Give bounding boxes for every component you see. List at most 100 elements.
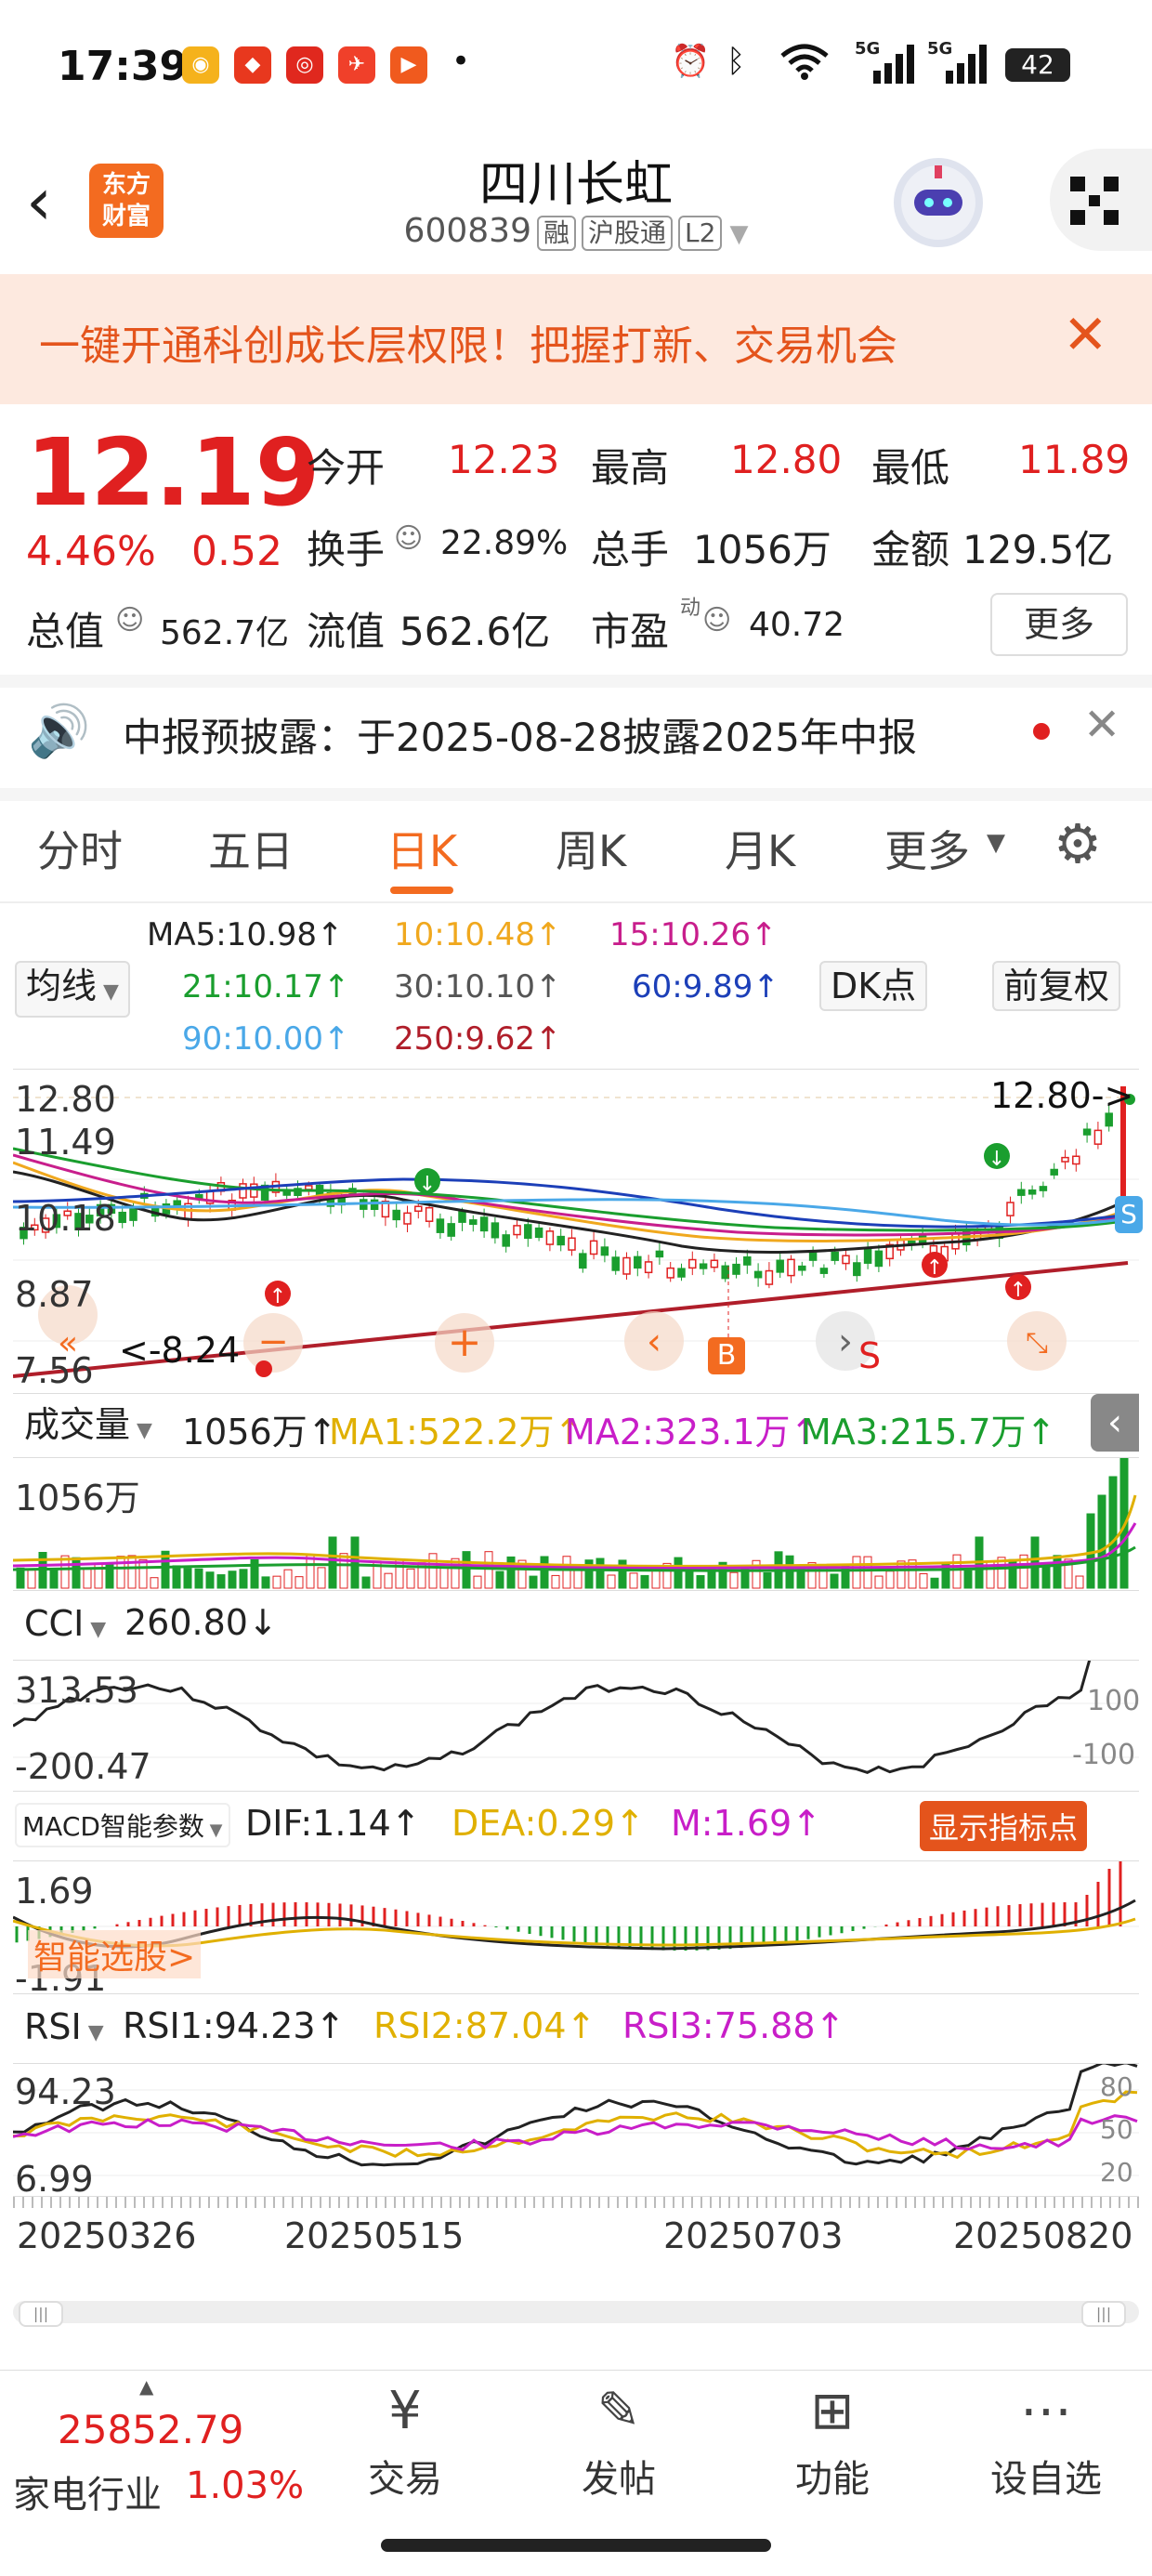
mktcap-value: 562.7亿: [160, 614, 290, 652]
rsi-right-50: 50: [1100, 2114, 1133, 2145]
mktcap-label: 总值: [26, 609, 105, 654]
kline-panel[interactable]: ↑ ↓ ↑ ↓ ↑ − + ‹ › « ⤡ 12.80 11.49 10.18 …: [13, 1069, 1143, 1394]
svg-text:⤡: ⤡: [1026, 1327, 1048, 1360]
margin-tag: 融: [536, 216, 576, 251]
tab-more[interactable]: 更多: [884, 818, 970, 879]
down-arrow-icon: ↓: [419, 1173, 436, 1196]
low-label: 最低: [871, 445, 950, 491]
smart-pick-link[interactable]: 智能选股>: [28, 1930, 202, 1978]
cci-selector[interactable]: CCI ▼: [13, 1598, 118, 1655]
close-icon[interactable]: ✕: [1063, 303, 1108, 366]
volume-selector[interactable]: 成交量 ▼: [13, 1400, 164, 1456]
cci-right-low: -100: [1072, 1739, 1136, 1771]
kline-y-label-4: 8.87: [15, 1274, 94, 1315]
home-indicator[interactable]: [381, 2539, 771, 2552]
svg-text:‹: ‹: [647, 1321, 661, 1363]
cci-value: 260.80↓: [124, 1602, 278, 1643]
turnover-value: 22.89%: [440, 524, 569, 562]
stock-code: 600839: [403, 212, 531, 250]
macd-panel[interactable]: 1.69 -1.91 智能选股>: [13, 1860, 1139, 1999]
tab-monthly-k[interactable]: 月K: [725, 818, 795, 879]
connect-tag: 沪股通: [582, 216, 674, 251]
rsi-panel[interactable]: 94.23 6.99 80 50 20: [13, 2063, 1139, 2200]
macd-dea: DEA:0.29↑: [452, 1803, 645, 1844]
nav-add-watchlist[interactable]: ⋯ 设自选: [981, 2374, 1111, 2503]
info-icon[interactable]: ☺: [115, 604, 144, 637]
cci-selector-label: CCI: [24, 1603, 85, 1644]
range-handle-left[interactable]: |||: [19, 2301, 63, 2327]
volume-y-label: 1056万: [15, 1478, 140, 1518]
amount-label: 金额: [871, 527, 950, 572]
s-badge[interactable]: S: [1115, 1196, 1143, 1233]
divider: [0, 788, 1152, 801]
change-amount: 0.52: [191, 528, 282, 575]
nav-trade[interactable]: ¥ 交易: [340, 2374, 470, 2503]
nav-post[interactable]: ✎ 发帖: [554, 2374, 684, 2503]
ma15-label: 15:10.26↑: [609, 916, 778, 953]
range-slider[interactable]: [13, 2301, 1139, 2323]
l2-tag: L2: [678, 216, 723, 251]
bluetooth-icon: ᛒ: [727, 43, 746, 80]
ma-selector[interactable]: 均线 ▼: [15, 961, 130, 1018]
info-icon[interactable]: ☺: [394, 522, 423, 555]
info-icon[interactable]: ☺: [702, 604, 731, 637]
qr-scan-button[interactable]: [1050, 149, 1152, 251]
nav-functions[interactable]: ⊞ 功能: [767, 2374, 897, 2503]
pe-label: 市盈: [591, 609, 670, 654]
chevron-down-icon[interactable]: ▼: [729, 220, 748, 248]
adjust-button[interactable]: 前复权: [992, 961, 1121, 1011]
dk-point-button[interactable]: DK点: [819, 961, 928, 1011]
cci-right-mid: 100: [1087, 1685, 1141, 1717]
rsi-selector[interactable]: RSI ▼: [13, 2002, 115, 2058]
macd-selector[interactable]: MACD智能参数 ▼: [15, 1803, 230, 1847]
ma90-label: 90:10.00↑: [182, 1020, 350, 1058]
tab-daily-k[interactable]: 日K: [386, 818, 457, 879]
more-button[interactable]: 更多: [990, 593, 1128, 656]
low-marker: <-8.24: [119, 1330, 241, 1371]
back-icon[interactable]: ‹: [26, 169, 67, 234]
assistant-avatar[interactable]: [894, 158, 983, 247]
tab-intraday[interactable]: 分时: [37, 818, 123, 879]
volume-panel[interactable]: 1056万: [13, 1457, 1139, 1591]
video-icon: ▶: [390, 46, 427, 84]
tab-weekly-k[interactable]: 周K: [556, 818, 626, 879]
macd-dif: DIF:1.14↑: [245, 1803, 421, 1844]
more-icon: ⋯: [1020, 2381, 1072, 2441]
sell-marker[interactable]: S: [858, 1335, 881, 1376]
float-value: 562.6亿: [399, 609, 551, 654]
collapse-icon[interactable]: ‹: [1091, 1394, 1139, 1452]
volume-chart[interactable]: [13, 1458, 1139, 1590]
buy-marker[interactable]: B: [708, 1337, 745, 1374]
kline-y-label-5: 7.56: [15, 1350, 94, 1391]
up-arrow-icon: ↑: [269, 1285, 286, 1308]
gear-icon[interactable]: ⚙: [1054, 812, 1102, 875]
low-value: 11.89: [1018, 437, 1131, 482]
cci-chart[interactable]: [13, 1661, 1139, 1791]
industry-name[interactable]: 家电行业: [13, 2464, 162, 2518]
tab-five-day[interactable]: 五日: [208, 818, 294, 879]
industry-change: 1.03%: [186, 2464, 305, 2507]
chevron-down-icon[interactable]: ▼: [987, 829, 1005, 857]
weibo-icon: ◉: [182, 46, 219, 84]
volume-ma1: MA1:522.2万↑: [329, 1412, 584, 1452]
promo-text[interactable]: 一键开通科创成长层权限！把握打新、交易机会: [39, 312, 897, 372]
close-icon[interactable]: ✕: [1083, 699, 1120, 751]
cci-y-top: 313.53: [15, 1670, 138, 1711]
cci-panel[interactable]: 313.53 -200.47 100 -100: [13, 1660, 1141, 1792]
pe-value: 40.72: [749, 606, 845, 644]
notice-dot: [1033, 723, 1050, 740]
edit-icon: ✎: [596, 2381, 641, 2441]
kline-y-label-2: 11.49: [15, 1122, 116, 1163]
notice-text[interactable]: 中报预披露：于2025-08-28披露2025年中报: [123, 706, 917, 763]
show-indicator-button[interactable]: 显示指标点: [920, 1801, 1088, 1851]
industry-index[interactable]: 25852.79: [58, 2407, 243, 2452]
rsi-chart[interactable]: [13, 2064, 1139, 2196]
range-handle-right[interactable]: |||: [1081, 2301, 1126, 2327]
kline-y-label-1: 12.80: [15, 1079, 116, 1120]
chevron-up-icon[interactable]: ▲: [139, 2375, 153, 2398]
float-label: 流值: [307, 609, 386, 654]
volume-ma3: MA3:215.7万↑: [801, 1412, 1056, 1452]
macd-m: M:1.69↑: [671, 1803, 822, 1844]
cci-y-bottom: -200.47: [15, 1746, 151, 1787]
ma250-label: 250:9.62↑: [394, 1020, 562, 1058]
